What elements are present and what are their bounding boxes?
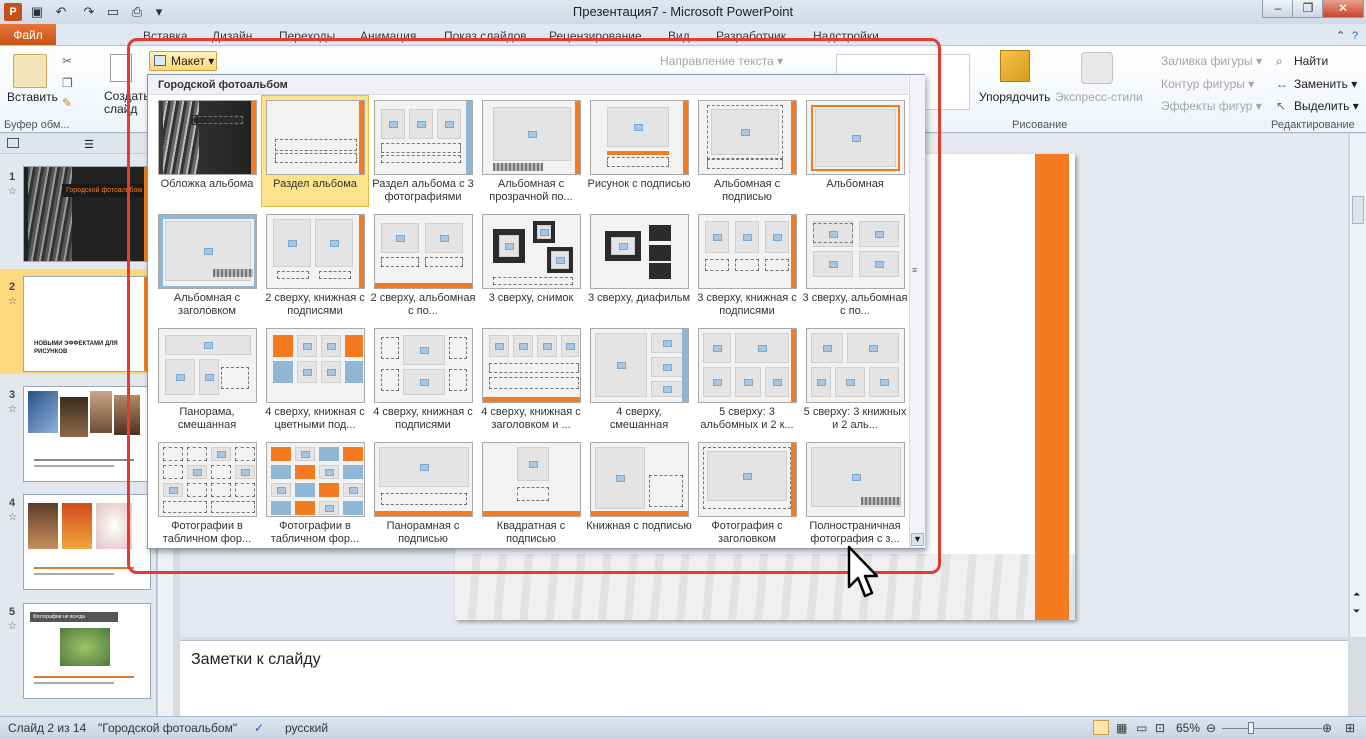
minimize-button[interactable]: – — [1262, 0, 1294, 18]
arrange-button[interactable]: Упорядочить — [979, 90, 1050, 104]
find-button[interactable]: Найти — [1294, 54, 1328, 68]
shape-fill-button[interactable]: Заливка фигуры ▾ — [1161, 54, 1262, 68]
slide-counter: Слайд 2 из 14 — [8, 721, 87, 735]
spellcheck-icon[interactable]: ✓ — [254, 721, 264, 735]
express-styles-icon[interactable] — [1081, 52, 1113, 84]
transition-star-icon: ☆ — [8, 512, 17, 523]
prev-slide-icon[interactable]: ⏶ — [1353, 589, 1360, 600]
notes-pane[interactable]: Заметки к слайду — [180, 640, 1348, 716]
copy-icon[interactable]: ❐ — [62, 76, 73, 90]
zoom-level[interactable]: 65% — [1176, 721, 1200, 735]
normal-view-icon[interactable] — [1093, 720, 1109, 735]
slide-thumb-text: НОВЫМИ ЭФФЕКТАМИ ДЛЯ РИСУНКОВ — [34, 341, 118, 355]
outline-tab-icon[interactable]: ☰ — [84, 138, 94, 151]
customize-qat-icon[interactable]: ▾ — [150, 3, 168, 21]
highlight-frame — [127, 38, 941, 574]
cut-icon[interactable]: ✂ — [62, 54, 72, 68]
transition-star-icon: ☆ — [8, 404, 17, 415]
notes-placeholder: Заметки к слайду — [191, 651, 321, 668]
undo-icon[interactable]: ↶ — [52, 3, 70, 21]
close-button[interactable]: ✕ — [1322, 0, 1364, 18]
sorter-view-icon[interactable]: ▦ — [1116, 721, 1127, 735]
slide-number: 5 — [9, 606, 16, 618]
select-button[interactable]: Выделить ▾ — [1294, 99, 1359, 113]
language-indicator[interactable]: русский — [285, 721, 328, 735]
window-title: Презентация7 - Microsoft PowerPoint — [572, 4, 794, 19]
replace-icon[interactable]: ↔ — [1276, 77, 1288, 91]
status-bar: Слайд 2 из 14 "Городской фотоальбом" ✓ р… — [0, 716, 1366, 739]
format-painter-icon[interactable]: ✎ — [62, 96, 72, 110]
shape-effects-button[interactable]: Эффекты фигур ▾ — [1161, 99, 1262, 113]
reading-view-icon[interactable]: ▭ — [1136, 721, 1147, 735]
arrange-icon[interactable] — [1000, 50, 1030, 82]
save-icon[interactable]: ▣ — [28, 3, 46, 21]
paste-button[interactable]: Вставить — [7, 90, 58, 104]
slide-number: 2 — [9, 281, 16, 293]
slideshow-view-icon[interactable]: ⊡ — [1155, 721, 1165, 735]
drawing-group-label: Рисование — [1012, 119, 1068, 131]
restore-button[interactable]: ❐ — [1292, 0, 1324, 18]
open-icon[interactable]: ▭ — [104, 3, 122, 21]
transition-star-icon: ☆ — [8, 296, 17, 307]
minimize-ribbon-icon[interactable]: ⌃ — [1336, 27, 1345, 46]
fit-to-window-icon[interactable]: ⊞ — [1345, 721, 1355, 735]
slide-number: 4 — [9, 497, 16, 509]
scrollbar-thumb[interactable] — [1352, 196, 1364, 224]
print-icon[interactable]: ⎙ — [128, 3, 146, 21]
replace-button[interactable]: Заменить ▾ — [1294, 77, 1357, 91]
shape-outline-button[interactable]: Контур фигуры ▾ — [1161, 77, 1254, 91]
paste-icon[interactable] — [13, 54, 47, 88]
slides-tab-icon[interactable] — [7, 138, 19, 148]
editing-group-label: Редактирование — [1271, 119, 1355, 131]
tab-file[interactable]: Файл — [0, 24, 56, 46]
transition-star-icon: ☆ — [8, 186, 17, 197]
help-icon[interactable]: ? — [1352, 27, 1358, 46]
next-slide-icon[interactable]: ⏷ — [1353, 606, 1360, 617]
clipboard-group-label: Буфер обм... — [4, 119, 70, 131]
title-bar: Презентация7 - Microsoft PowerPoint P ▣ … — [0, 0, 1366, 24]
slide-number: 3 — [9, 389, 16, 401]
select-icon[interactable]: ↖ — [1276, 99, 1286, 113]
redo-icon[interactable]: ↷ — [80, 3, 98, 21]
express-styles-button[interactable]: Экспресс-стили — [1055, 90, 1143, 104]
transition-star-icon: ☆ — [8, 621, 17, 632]
slide-number: 1 — [9, 171, 16, 183]
app-icon[interactable]: P — [4, 3, 22, 21]
zoom-out-icon[interactable]: ⊖ — [1206, 721, 1216, 735]
find-icon[interactable]: ⌕ — [1276, 54, 1283, 69]
zoom-in-icon[interactable]: ⊕ — [1322, 721, 1332, 735]
zoom-slider-thumb[interactable] — [1248, 722, 1254, 734]
slide-scrollbar[interactable]: ⏶ ⏷ — [1349, 134, 1366, 637]
slide-thumbnail[interactable]: Фотографии не всегда прямоугольные — [23, 603, 151, 699]
theme-name: "Городской фотоальбом" — [98, 721, 238, 735]
slide-thumb-text: Фотографии не всегда прямоугольные — [30, 612, 118, 622]
mouse-cursor-icon — [847, 545, 878, 598]
zoom-slider[interactable] — [1222, 728, 1322, 729]
